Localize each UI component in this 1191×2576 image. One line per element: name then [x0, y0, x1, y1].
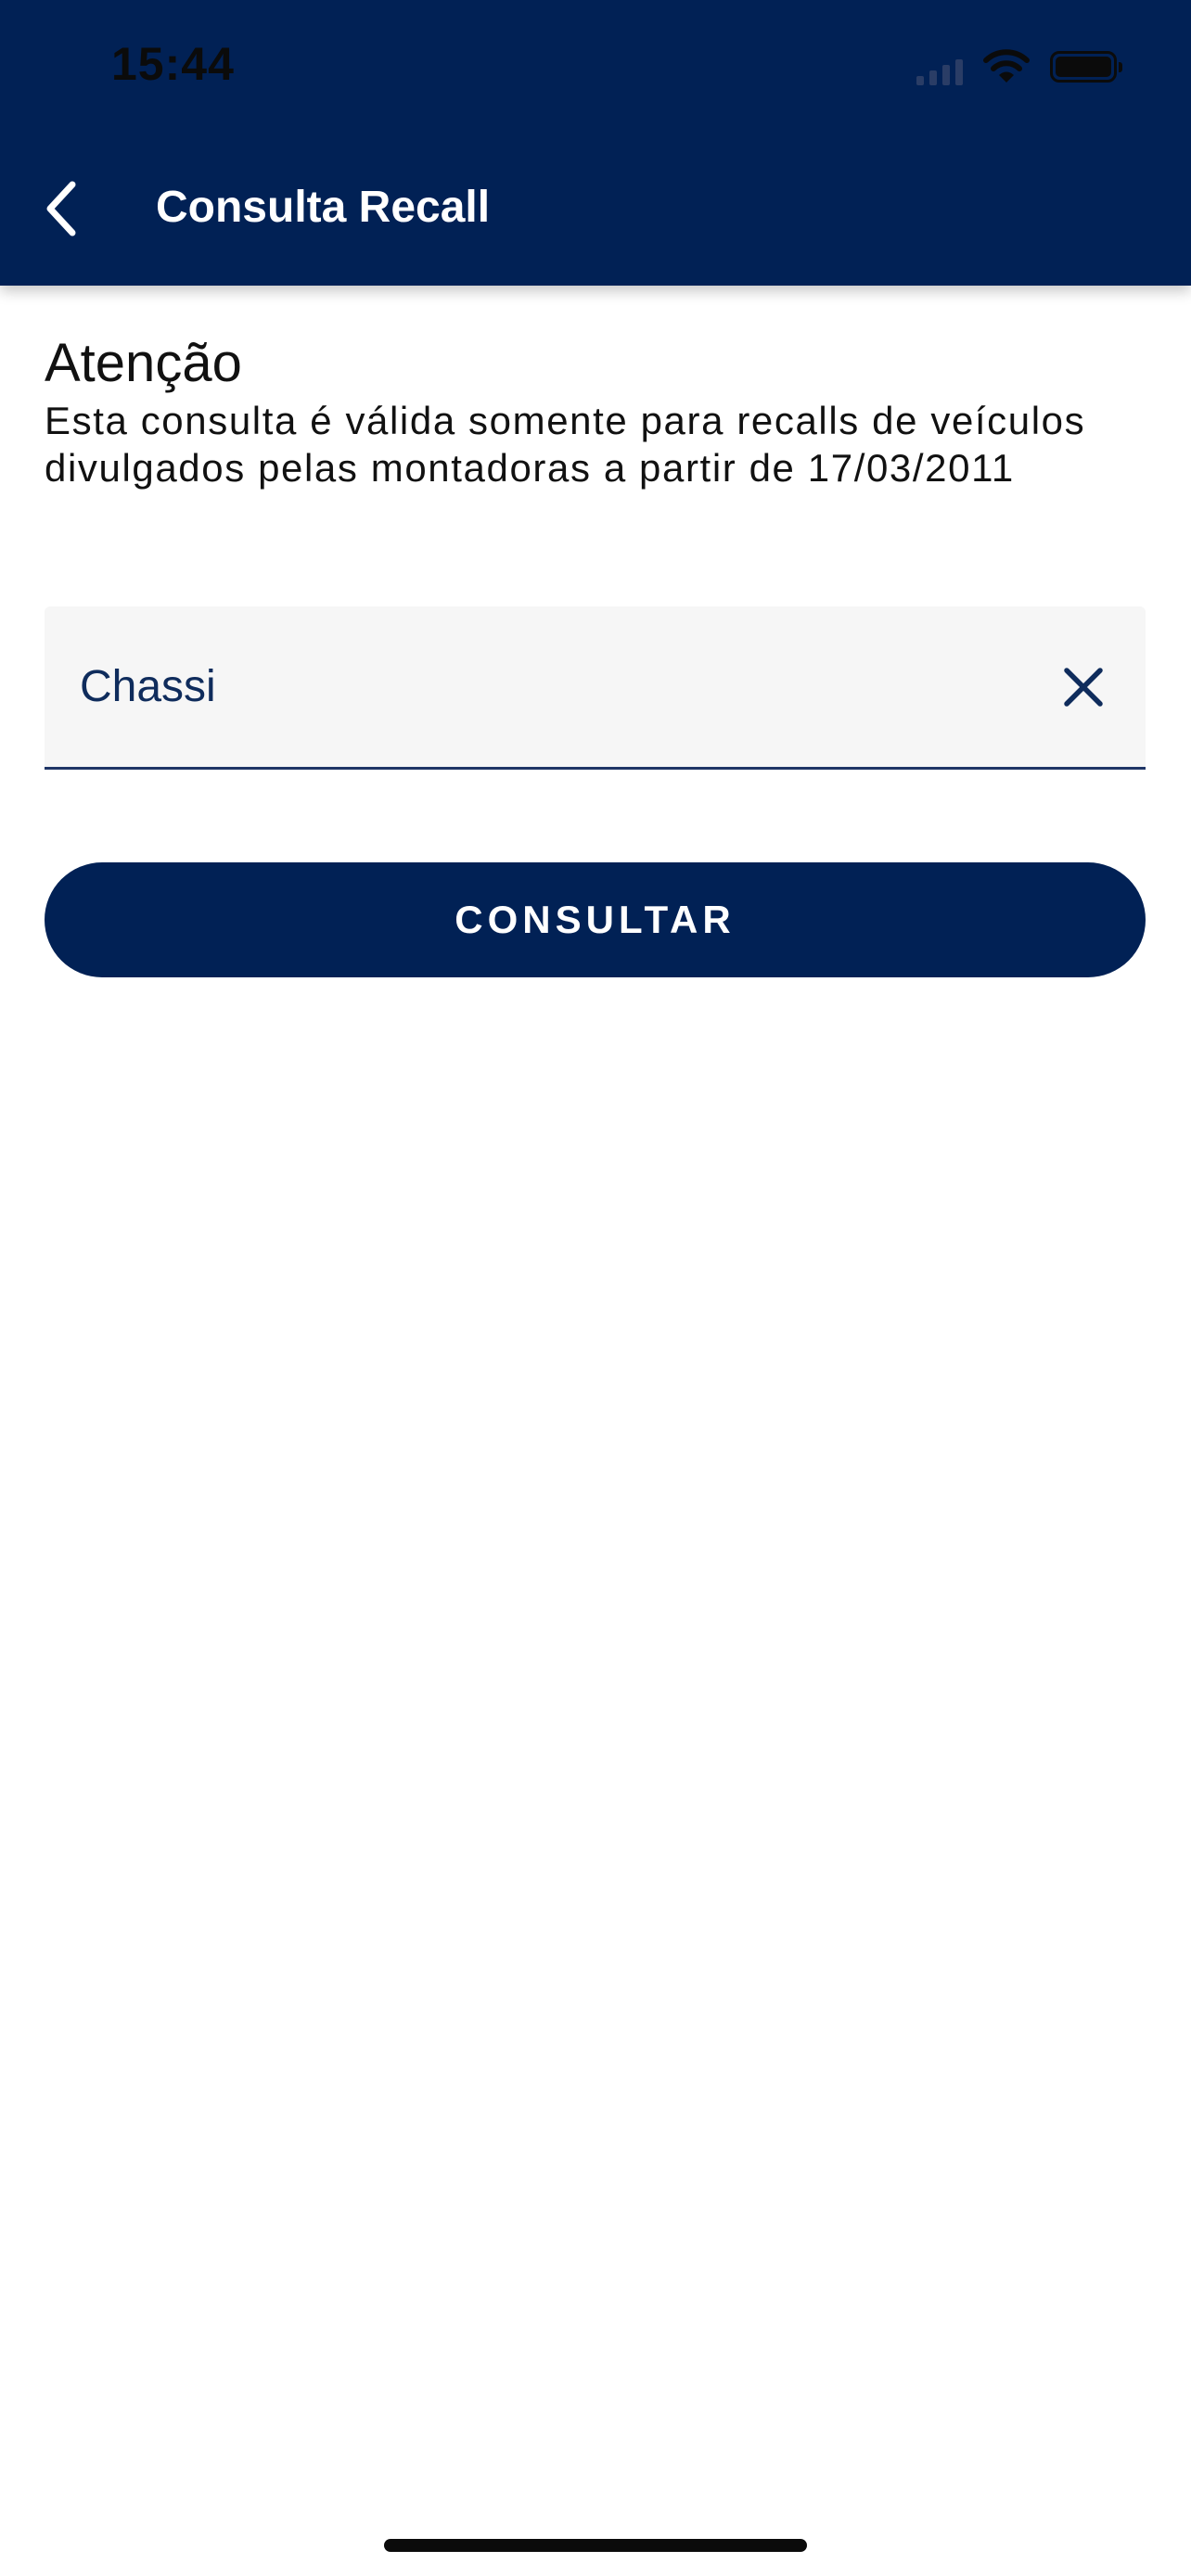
- chassi-input[interactable]: [80, 606, 1007, 767]
- back-button[interactable]: [33, 171, 89, 247]
- chevron-left-icon: [46, 181, 76, 236]
- close-icon: [1064, 668, 1103, 707]
- app-header: 15:44 Consulta Recall: [0, 0, 1191, 286]
- battery-icon: [1050, 51, 1122, 83]
- notice-heading: Atenção: [45, 333, 242, 393]
- cellular-signal-icon: [916, 48, 963, 85]
- chassi-field: [45, 606, 1146, 770]
- consultar-button[interactable]: CONSULTAR: [45, 862, 1146, 977]
- wifi-icon: [983, 49, 1030, 83]
- page-title: Consulta Recall: [156, 183, 491, 232]
- home-indicator: [384, 2539, 807, 2552]
- status-bar-time: 15:44: [111, 38, 235, 90]
- clear-input-button[interactable]: [1053, 657, 1114, 718]
- notice-text: Esta consulta é válida somente para reca…: [45, 399, 1086, 490]
- status-bar-icons: [916, 45, 1122, 89]
